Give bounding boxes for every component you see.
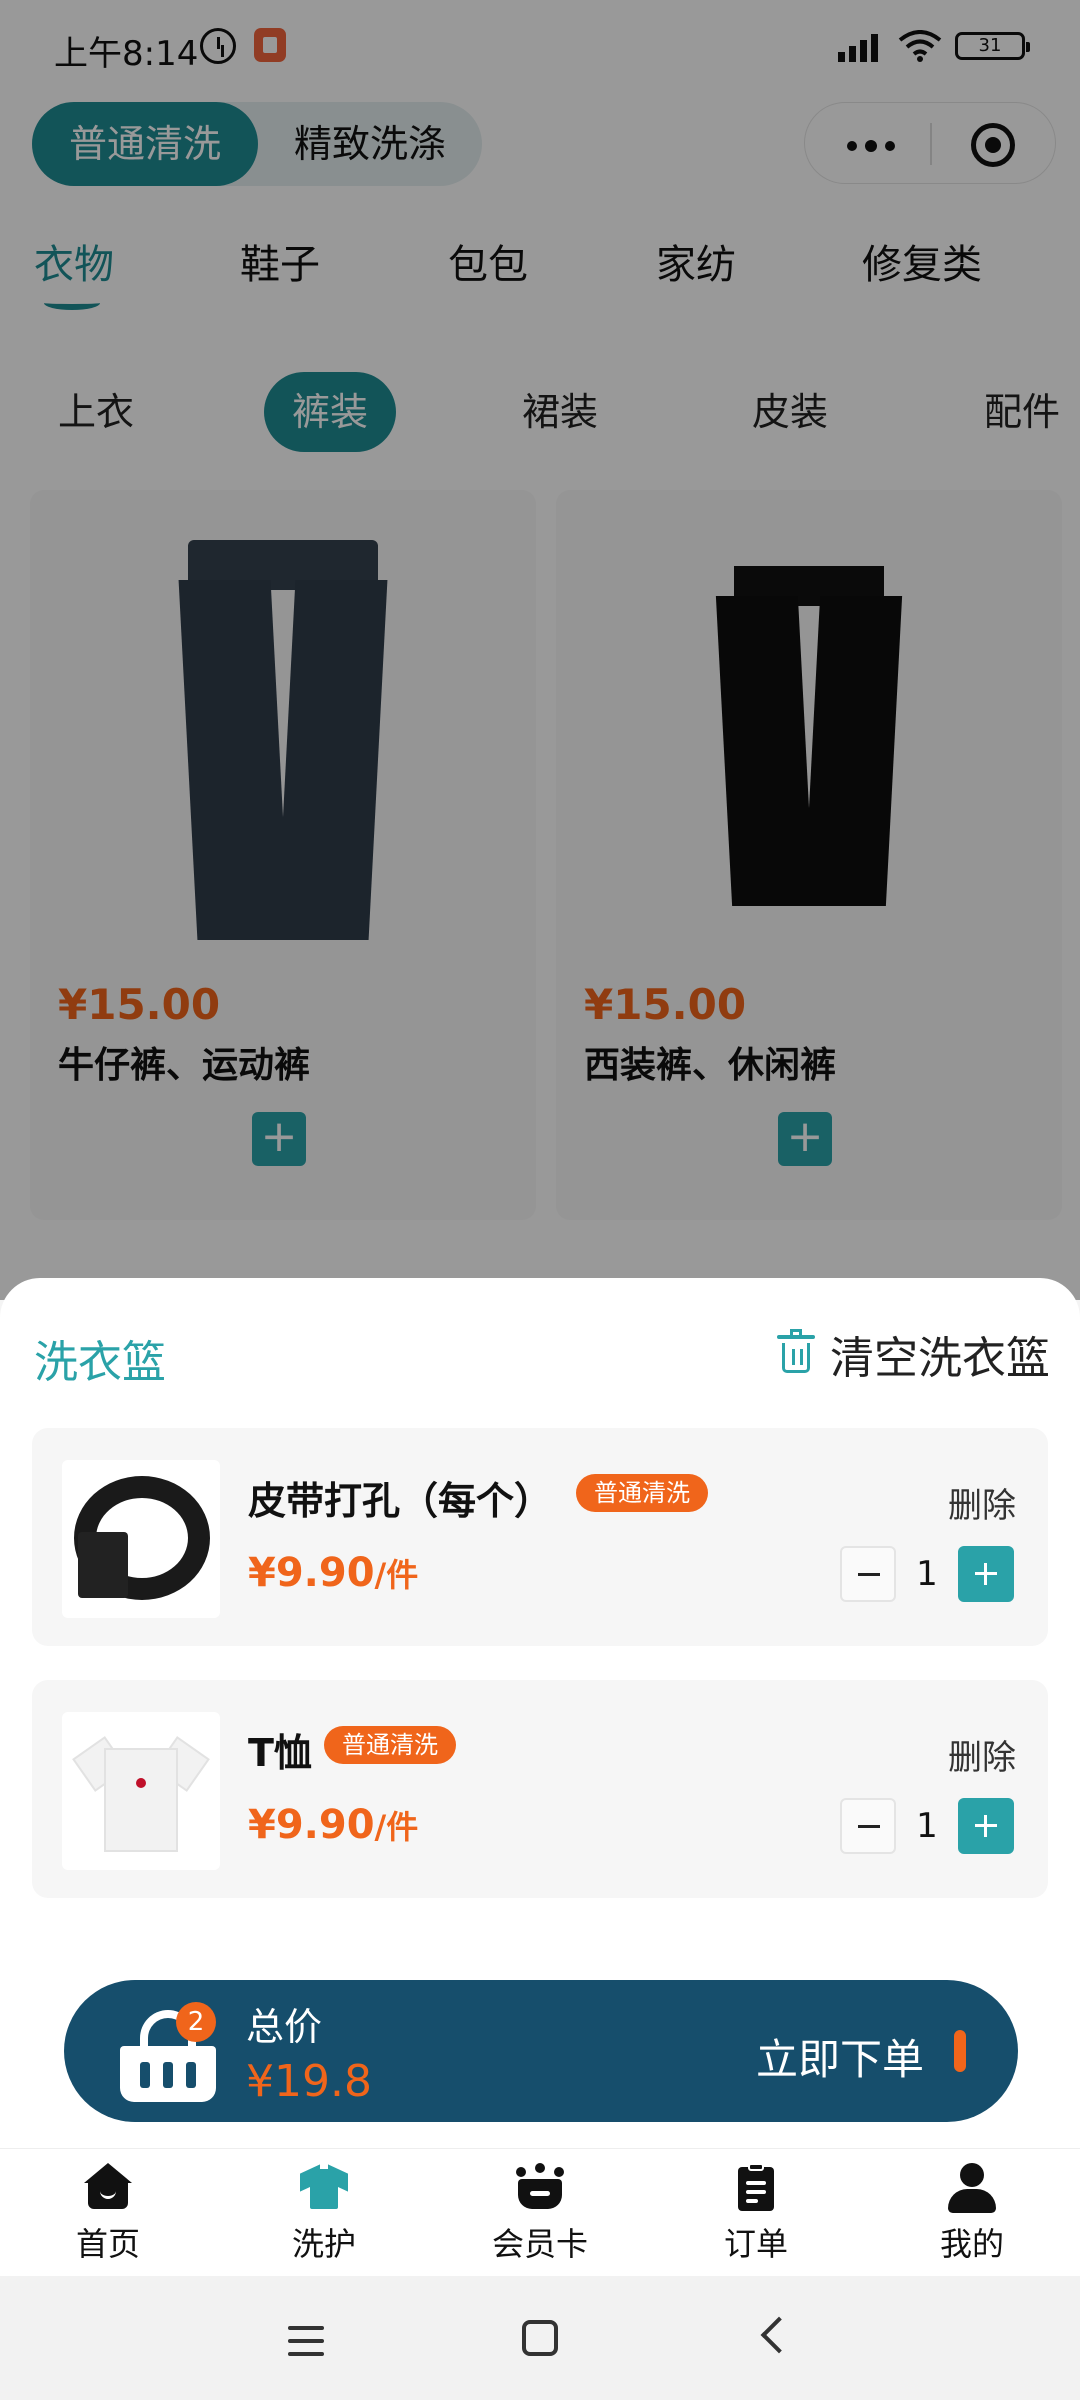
item-price-unit: /件	[374, 1808, 419, 1846]
belt-image	[62, 1460, 220, 1618]
quantity-value: 1	[916, 1806, 938, 1846]
trash-icon	[777, 1329, 815, 1375]
basket-title: 洗衣篮	[34, 1337, 166, 1388]
recent-apps-icon[interactable]	[288, 2326, 324, 2356]
decrease-button[interactable]	[840, 1798, 896, 1854]
bottom-nav: 首页 洗护 会员卡 订单 我的	[0, 2148, 1080, 2276]
tshirt-image	[62, 1712, 220, 1870]
order-accent-mark	[954, 2030, 966, 2072]
quantity-stepper: 1	[840, 1798, 1014, 1854]
wash-type-badge: 普通清洗	[324, 1726, 456, 1764]
nav-label: 订单	[723, 2225, 788, 2263]
quantity-value: 1	[916, 1554, 938, 1594]
basket-count-badge: 2	[176, 2002, 216, 2042]
item-price-value: ¥9.90	[248, 1550, 375, 1596]
delete-item-button[interactable]: 删除	[948, 1730, 1016, 1779]
clear-basket-button[interactable]: 清空洗衣篮	[777, 1324, 1050, 1384]
nav-item-home[interactable]: 首页	[28, 2163, 188, 2273]
increase-button[interactable]	[958, 1798, 1014, 1854]
item-price: ¥9.90/件	[248, 1802, 418, 1848]
item-name: 皮带打孔（每个）	[248, 1479, 553, 1523]
basket-item: 皮带打孔（每个） 普通清洗 ¥9.90/件 删除 1	[32, 1428, 1048, 1646]
nav-item-membership[interactable]: 会员卡	[460, 2163, 620, 2273]
home-icon	[84, 2163, 132, 2211]
clear-basket-label: 清空洗衣篮	[830, 1333, 1050, 1384]
shirt-icon	[300, 2163, 348, 2211]
decrease-button[interactable]	[840, 1546, 896, 1602]
back-icon[interactable]	[760, 2316, 798, 2354]
increase-button[interactable]	[958, 1546, 1014, 1602]
wash-type-badge: 普通清洗	[576, 1474, 708, 1512]
crown-icon	[516, 2163, 564, 2211]
nav-item-profile[interactable]: 我的	[892, 2163, 1052, 2273]
user-icon	[948, 2163, 996, 2213]
checkout-bar: 2 总价 ¥19.8 立即下单	[64, 1980, 1018, 2122]
total-label: 总价	[246, 2005, 323, 2049]
quantity-stepper: 1	[840, 1546, 1014, 1602]
total-value: ¥19.8	[246, 2056, 372, 2107]
place-order-button[interactable]: 立即下单	[756, 2026, 924, 2087]
home-square-icon[interactable]	[522, 2320, 558, 2356]
nav-label: 会员卡	[491, 2225, 588, 2263]
nav-label: 洗护	[291, 2225, 356, 2263]
modal-overlay[interactable]	[0, 0, 1080, 1300]
basket-item: T恤 普通清洗 ¥9.90/件 删除 1	[32, 1680, 1048, 1898]
nav-item-orders[interactable]: 订单	[676, 2163, 836, 2273]
nav-label: 首页	[75, 2225, 140, 2263]
delete-item-button[interactable]: 删除	[948, 1478, 1016, 1527]
item-price-unit: /件	[374, 1556, 419, 1594]
item-price-value: ¥9.90	[248, 1802, 375, 1848]
item-name: T恤	[248, 1731, 312, 1775]
order-icon	[732, 2163, 780, 2211]
nav-item-wash[interactable]: 洗护	[244, 2163, 404, 2273]
item-price: ¥9.90/件	[248, 1550, 418, 1596]
system-nav-bar	[0, 2276, 1080, 2400]
nav-label: 我的	[939, 2225, 1004, 2263]
